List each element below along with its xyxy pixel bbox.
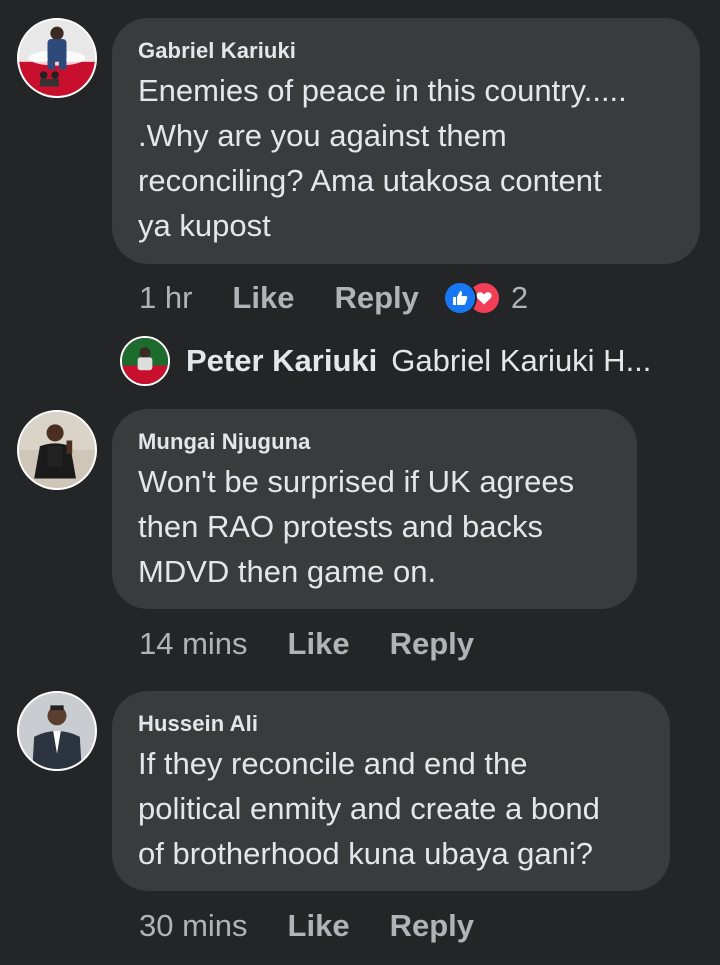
like-button[interactable]: Like xyxy=(288,908,350,944)
man-suit-avatar-icon xyxy=(19,693,95,769)
comment-bubble[interactable]: Hussein Ali If they reconcile and end th… xyxy=(112,691,670,891)
reply-button[interactable]: Reply xyxy=(334,280,418,316)
comment-text: Won't be surprised if UK agrees then RAO… xyxy=(138,464,575,589)
comment-author[interactable]: Mungai Njuguna xyxy=(138,429,611,455)
like-reaction-icon xyxy=(442,281,477,315)
reply-button[interactable]: Reply xyxy=(390,626,474,662)
comment-actions: 1 hr Like Reply 2 xyxy=(139,280,528,316)
person-red-banner-avatar-icon xyxy=(122,338,168,384)
reply-avatar[interactable] xyxy=(120,336,170,386)
comment-text: If they reconcile and end the political … xyxy=(138,746,600,871)
comment-actions: 30 mins Like Reply xyxy=(139,908,514,944)
reactions-summary[interactable]: 2 xyxy=(442,280,529,316)
reaction-count: 2 xyxy=(510,280,529,315)
comment-author[interactable]: Hussein Ali xyxy=(138,711,644,737)
comment-time[interactable]: 1 hr xyxy=(139,280,192,316)
avatar[interactable] xyxy=(17,18,97,98)
reply-button[interactable]: Reply xyxy=(390,908,474,944)
comment-bubble[interactable]: Gabriel Kariuki Enemies of peace in this… xyxy=(112,18,700,264)
person-red-banner-avatar-icon xyxy=(19,20,95,96)
comment-author[interactable]: Gabriel Kariuki xyxy=(138,38,674,64)
reply-preview-text: Gabriel Kariuki H... xyxy=(391,343,652,378)
comment-time[interactable]: 14 mins xyxy=(139,626,248,662)
reply-author[interactable]: Peter Kariuki xyxy=(186,343,377,379)
avatar[interactable] xyxy=(17,410,97,490)
comment-bubble[interactable]: Mungai Njuguna Won't be surprised if UK … xyxy=(112,409,637,609)
man-sitting-avatar-icon xyxy=(19,412,95,488)
reply-preview[interactable]: Peter Kariuki Gabriel Kariuki H... xyxy=(120,336,651,386)
like-button[interactable]: Like xyxy=(288,626,350,662)
comment-text: Enemies of peace in this country..... .W… xyxy=(138,73,627,243)
like-button[interactable]: Like xyxy=(232,280,294,316)
comment-actions: 14 mins Like Reply xyxy=(139,626,514,662)
comment-time[interactable]: 30 mins xyxy=(139,908,248,944)
avatar[interactable] xyxy=(17,691,97,771)
